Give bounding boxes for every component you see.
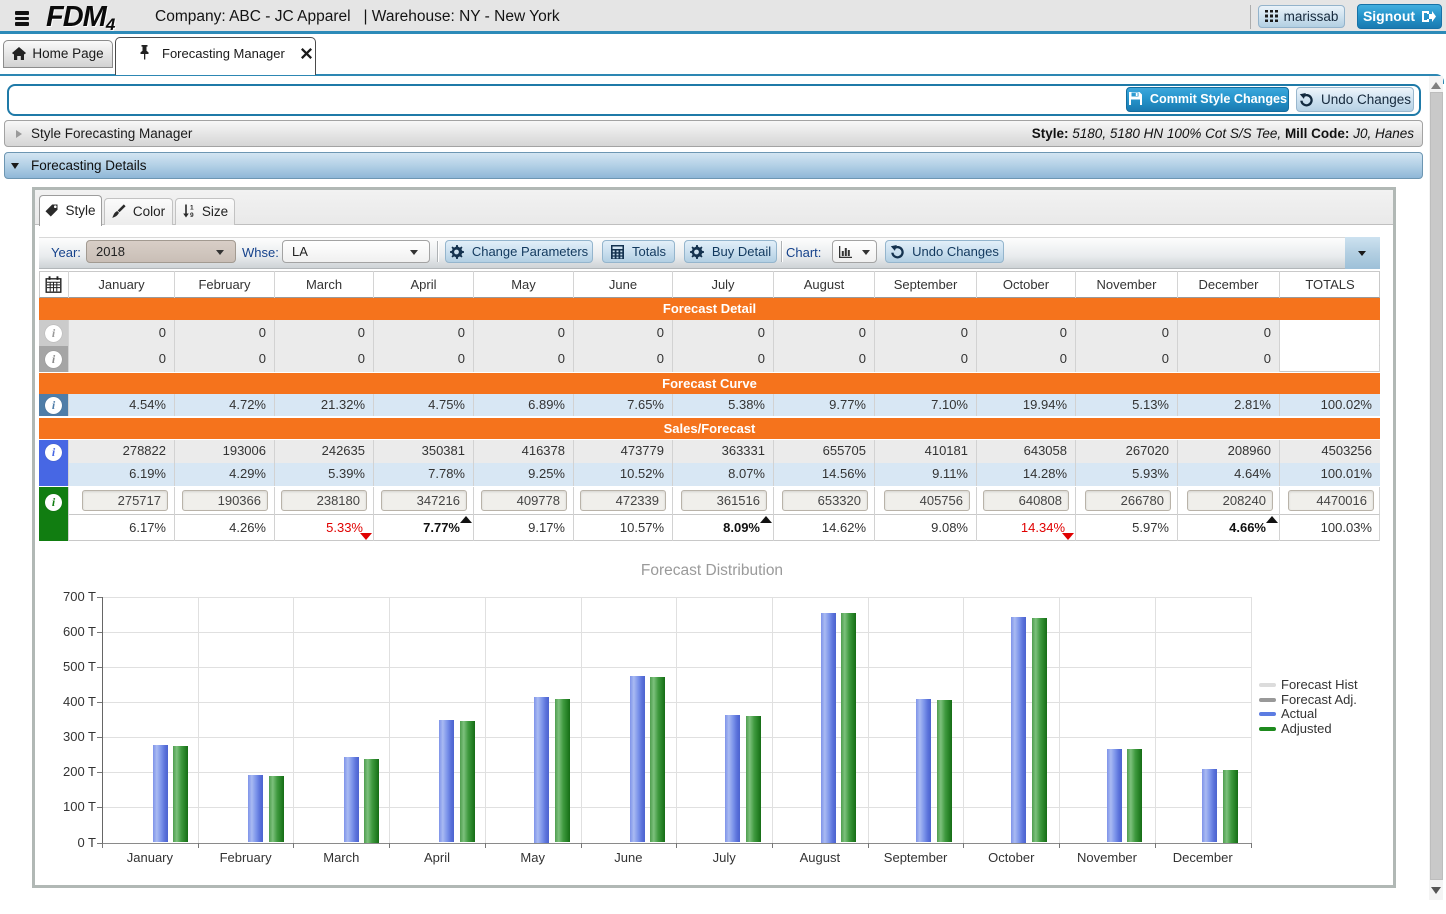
svg-text:1: 1 bbox=[190, 204, 194, 211]
svg-text:9: 9 bbox=[190, 212, 194, 218]
